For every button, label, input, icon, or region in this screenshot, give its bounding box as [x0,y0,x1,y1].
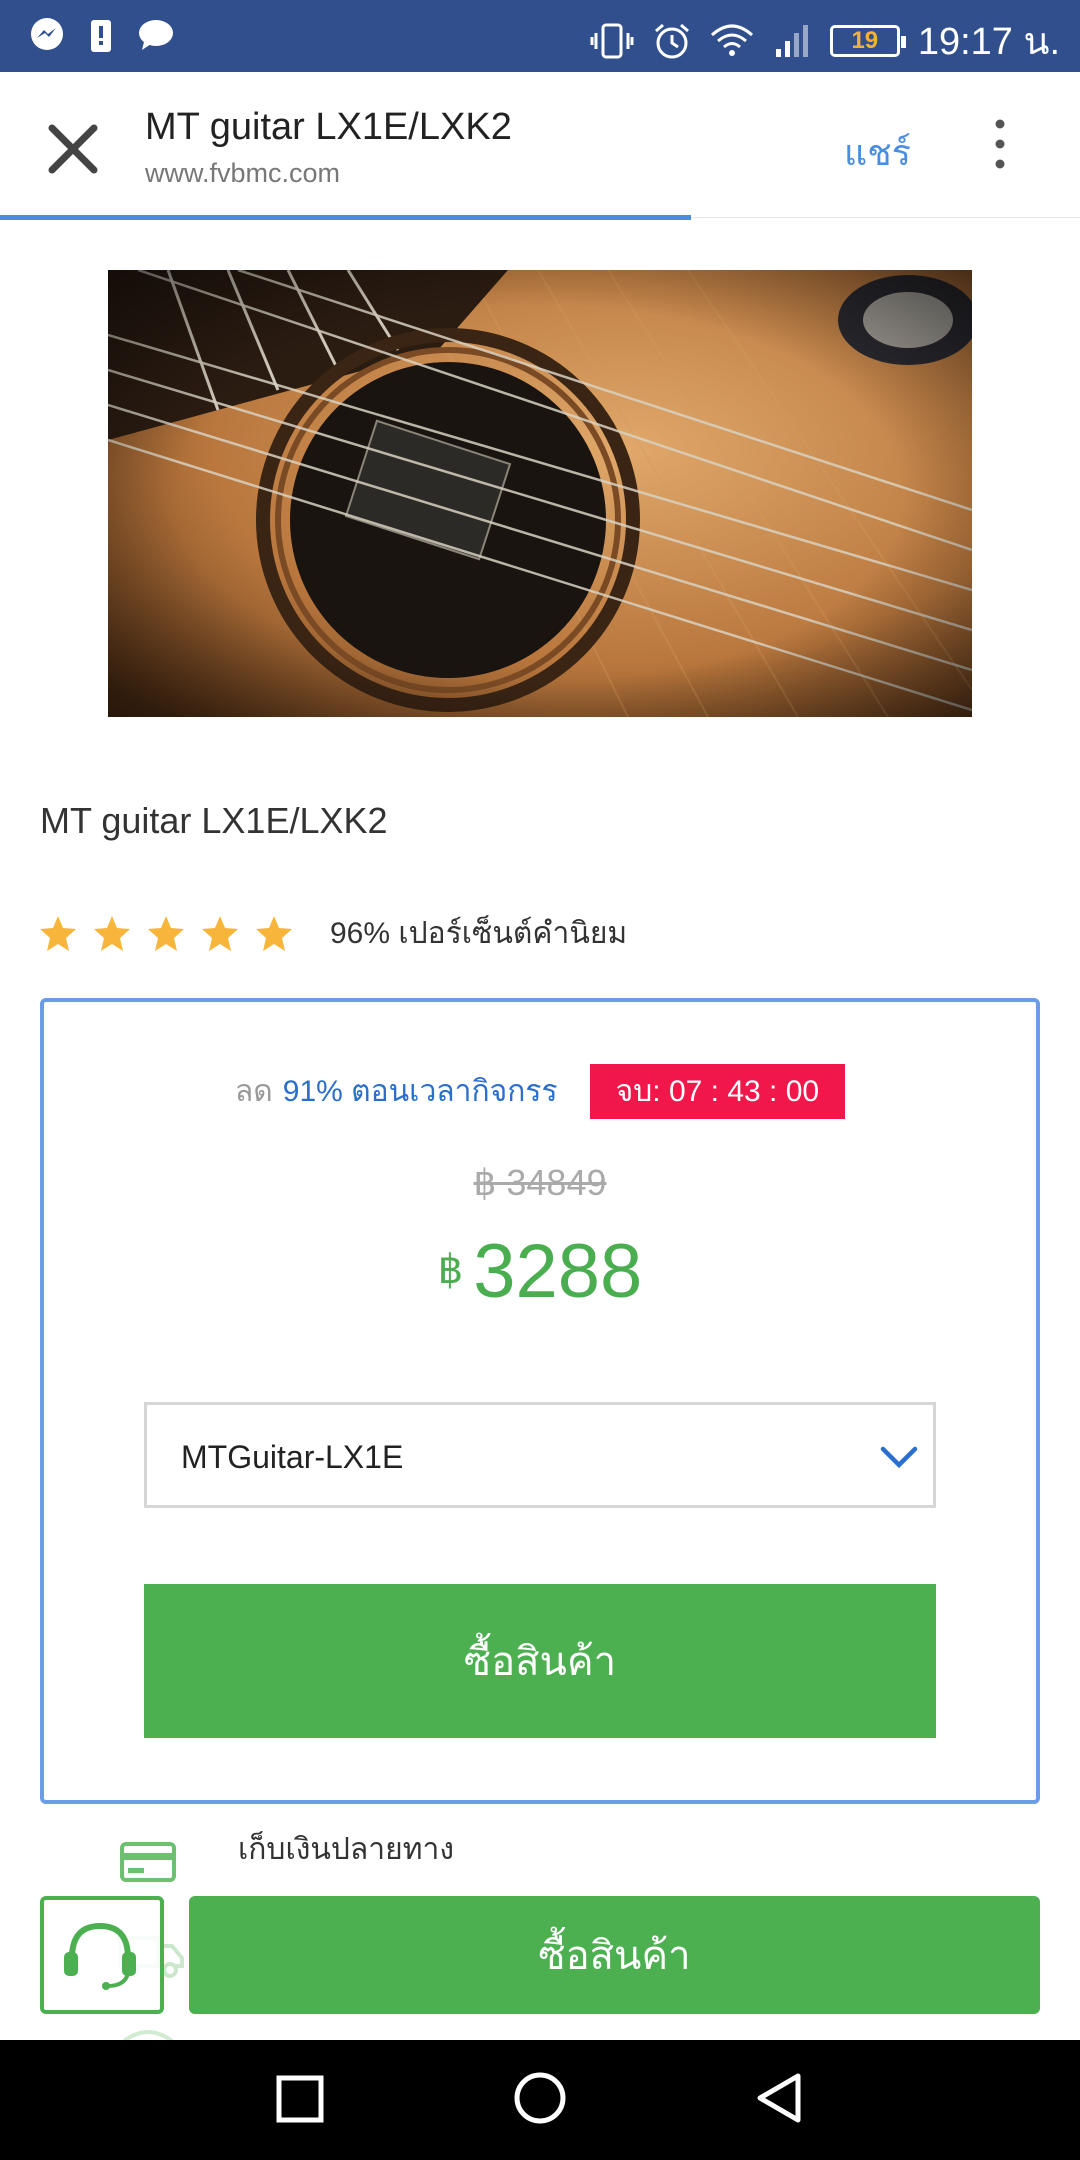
sale-price-amount: 3288 [473,1229,643,1314]
product-image [108,270,972,717]
vibrate-icon [590,21,634,61]
battery-saver-icon [88,16,114,54]
navigation-bar [0,2040,1080,2160]
star-icon [148,915,184,951]
bottom-buy-button[interactable]: ซื้อสินค้า [189,1896,1040,2014]
page-title: MT guitar LX1E/LXK2 [145,106,512,148]
buy-button[interactable]: ซื้อสินค้า [144,1584,936,1738]
sale-price: ฿ 3288 [44,1228,1036,1315]
countdown-timer: จบ: 07 : 43 : 00 [589,1064,846,1119]
close-icon[interactable] [38,114,108,184]
messenger-icon [28,16,66,54]
star-icon [256,915,292,951]
alarm-icon [652,21,692,61]
product-rating: 96% เปอร์เซ็นต์คำนิยม [38,910,627,957]
signal-icon [772,21,812,61]
customer-support-button[interactable] [40,1896,164,2014]
discount-text: 91% ตอนเวลากิจกรร [282,1075,558,1108]
back-icon[interactable] [752,2070,808,2131]
star-icon [202,915,238,951]
headset-icon [64,1922,136,1990]
battery-icon: 19 [829,24,906,57]
page-url: www.fvbmc.com [145,158,341,188]
credit-card-icon [120,1840,176,1889]
rating-stars [38,914,294,954]
promo-line: ลด 91% ตอนเวลากิจกรร จบ: 07 : 43 : 00 [44,1064,1036,1119]
variant-select[interactable]: MTGuitar-LX1E [144,1402,936,1508]
share-button[interactable]: แชร์ [844,124,911,181]
wifi-icon [710,21,754,61]
page-load-progress [0,215,692,220]
status-bar: 19 19:17 น. [0,0,1080,72]
offer-box: ลด 91% ตอนเวลากิจกรร จบ: 07 : 43 : 00 ฿ … [40,998,1040,1804]
chevron-down-icon [879,1443,919,1478]
discount-prefix: ลด [234,1075,273,1108]
home-icon[interactable] [510,2070,570,2131]
browser-toolbar: MT guitar LX1E/LXK2 www.fvbmc.com แชร์ [0,72,1080,218]
status-time: 19:17 น. [917,21,1060,63]
recent-apps-icon[interactable] [273,2070,327,2131]
currency-symbol: ฿ [437,1248,464,1292]
rating-text: 96% เปอร์เซ็นต์คำนิยม [330,917,628,950]
star-icon [40,915,76,951]
star-icon [94,915,130,951]
cod-label: เก็บเงินปลายทาง [238,1833,454,1866]
product-name: MT guitar LX1E/LXK2 [40,800,388,841]
original-price: ฿ 34849 [473,1162,607,1203]
chat-icon [136,16,176,54]
variant-value: MTGuitar-LX1E [181,1439,404,1475]
more-options-icon[interactable] [985,114,1015,174]
